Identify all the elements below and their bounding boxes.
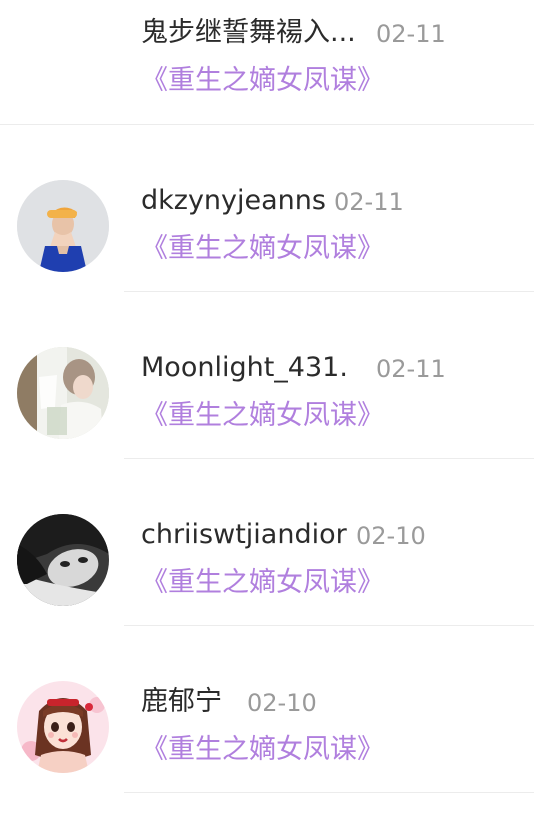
avatar[interactable]	[17, 347, 109, 439]
book-title-link[interactable]: 《重生之嫡女凤谋》	[141, 232, 384, 266]
avatar[interactable]	[17, 180, 109, 272]
comment-date: 02-10	[247, 689, 317, 717]
list-item[interactable]: chriiswtjiandior 02-10 《重生之嫡女凤谋》	[0, 459, 534, 626]
comment-date: 02-11	[376, 355, 446, 383]
username[interactable]: Moonlight_431.	[141, 351, 348, 385]
username[interactable]: 鬼步继誓舞禓入...	[141, 16, 356, 50]
avatar[interactable]	[17, 514, 109, 606]
username[interactable]: chriiswtjiandior	[141, 518, 347, 552]
comment-date: 02-11	[376, 20, 446, 48]
avatar[interactable]	[17, 681, 109, 773]
username[interactable]: dkzynyjeanns	[141, 184, 326, 218]
book-title-link[interactable]: 《重生之嫡女凤谋》	[141, 64, 384, 98]
username[interactable]: 鹿郁宁	[141, 685, 222, 719]
book-title-link[interactable]: 《重生之嫡女凤谋》	[141, 733, 384, 767]
comment-date: 02-10	[356, 522, 426, 550]
list-item[interactable]: dkzynyjeanns 02-11 《重生之嫡女凤谋》	[0, 125, 534, 292]
book-title-link[interactable]: 《重生之嫡女凤谋》	[141, 399, 384, 433]
comment-list: 鬼步继誓舞禓入... 02-11 《重生之嫡女凤谋》 dkzynyjeanns …	[0, 0, 534, 820]
comment-date: 02-11	[334, 188, 404, 216]
book-title-link[interactable]: 《重生之嫡女凤谋》	[141, 566, 384, 600]
list-item[interactable]: Moonlight_431. 02-11 《重生之嫡女凤谋》	[0, 292, 534, 459]
list-item[interactable]: 鹿郁宁 02-10 《重生之嫡女凤谋》	[0, 626, 534, 793]
divider	[124, 792, 534, 793]
